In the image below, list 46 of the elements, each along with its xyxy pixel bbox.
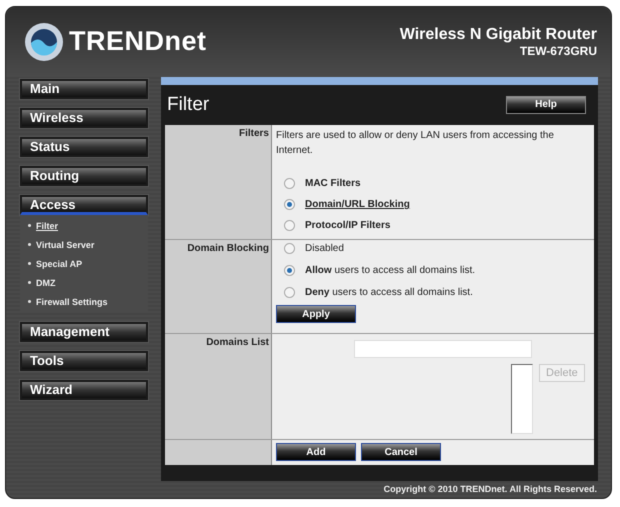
submenu-link[interactable]: Virtual Server xyxy=(36,240,94,250)
submenu-link[interactable]: Firewall Settings xyxy=(36,296,108,307)
submenu-link[interactable]: Filter xyxy=(36,220,58,231)
bullet-icon xyxy=(28,300,31,304)
bullet-icon xyxy=(28,262,31,266)
radio-button[interactable] xyxy=(284,199,295,210)
nav-menu-item[interactable]: Management xyxy=(20,322,148,342)
nav-menu-item[interactable]: Routing xyxy=(20,166,148,186)
copyright-text: Copyright © 2010 TRENDnet. All Rights Reserved. xyxy=(384,484,597,494)
submenu-link[interactable]: DMZ xyxy=(36,278,56,288)
nav-menu-item[interactable]: Wireless xyxy=(20,108,148,128)
bullet-icon xyxy=(28,281,31,284)
apply-button[interactable]: Apply xyxy=(276,305,356,324)
radio-label[interactable]: Disabled xyxy=(305,243,344,254)
radio-button[interactable] xyxy=(284,220,295,232)
action-button[interactable]: Add xyxy=(276,443,356,462)
radio-label[interactable]: Deny users to access all domains list. xyxy=(305,287,473,298)
nav-menu-item[interactable]: Access xyxy=(20,194,148,215)
nav-menu-item[interactable]: Main xyxy=(20,78,148,99)
form-label: Filters xyxy=(165,124,272,239)
model-number: TEW-673GRU xyxy=(520,44,597,58)
bullet-icon xyxy=(28,224,31,228)
action-button[interactable]: Cancel xyxy=(361,443,441,462)
radio-label[interactable]: Protocol/IP Filters xyxy=(305,220,390,232)
domains-list-box[interactable] xyxy=(511,364,533,434)
bullet-icon xyxy=(28,243,31,246)
product-name: Wireless N Gigabit Router xyxy=(400,26,597,44)
brand-logo-text: TRENDnet xyxy=(69,26,206,58)
help-button[interactable]: Help xyxy=(506,96,586,114)
radio-label[interactable]: Domain/URL Blocking xyxy=(305,199,410,210)
radio-label[interactable]: MAC Filters xyxy=(305,178,361,190)
radio-button[interactable] xyxy=(284,243,295,254)
nav-menu-item[interactable]: Tools xyxy=(20,350,148,371)
submenu-link[interactable]: Special AP xyxy=(36,258,82,269)
globe-logo-icon xyxy=(24,22,64,62)
nav-menu-item[interactable]: Status xyxy=(20,136,148,157)
form-label: Domain Blocking xyxy=(165,240,272,333)
radio-label[interactable]: Allow users to access all domains list. xyxy=(305,265,476,276)
radio-button[interactable] xyxy=(284,265,295,276)
radio-button[interactable] xyxy=(284,178,295,190)
page-title: Filter xyxy=(167,94,210,116)
nav-menu-item[interactable]: Wizard xyxy=(20,380,148,400)
radio-button[interactable] xyxy=(284,287,295,298)
domain-input-field[interactable] xyxy=(354,340,532,358)
form-label: Domains List xyxy=(165,334,272,439)
description-text: Filters are used to allow or deny LAN users from accessing the Internet. xyxy=(276,128,555,158)
